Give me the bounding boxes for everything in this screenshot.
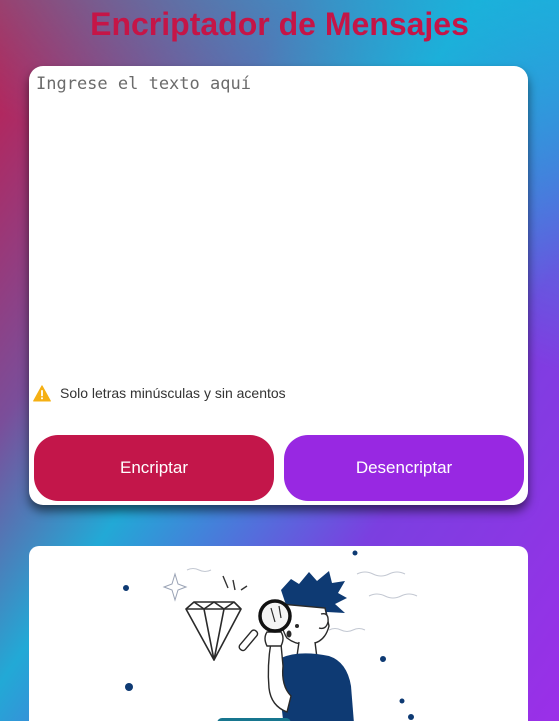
decrypt-button[interactable]: Desencriptar (284, 435, 524, 501)
input-card: Solo letras minúsculas y sin acentos Enc… (29, 66, 528, 505)
diamond-icon (185, 601, 242, 661)
warning-triangle-icon (33, 384, 51, 401)
person-with-magnifying-glass-illustration (123, 550, 418, 721)
page-title: Encriptador de Mensajes (90, 6, 469, 42)
output-card (29, 546, 528, 721)
message-input[interactable] (36, 74, 521, 364)
encrypt-button[interactable]: Encriptar (34, 435, 274, 501)
warning-notice: Solo letras minúsculas y sin acentos (33, 382, 286, 404)
warning-text: Solo letras minúsculas y sin acentos (60, 385, 286, 401)
